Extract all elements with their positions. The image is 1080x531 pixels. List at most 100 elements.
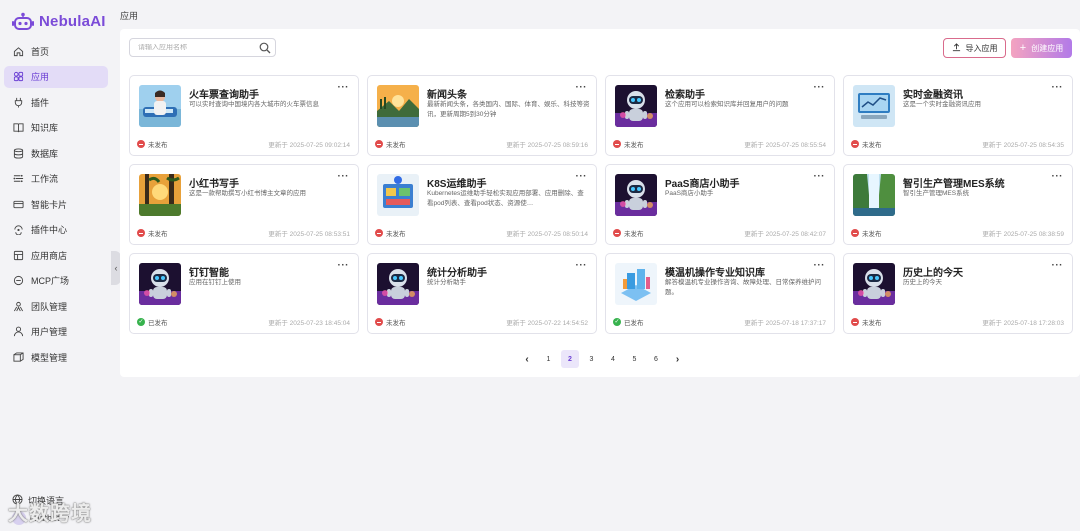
model-icon: [12, 351, 24, 363]
app-card[interactable]: 统计分析助手 统计分析助手 ··· 未发布 更新于 2025-07-22 14:…: [367, 253, 597, 334]
app-card[interactable]: 智引生产管理MES系统 智引生产管理MES系统 ··· 未发布 更新于 2025…: [843, 164, 1073, 245]
sidebar-item-app-store[interactable]: 应用商店: [4, 244, 108, 266]
more-options-icon[interactable]: ···: [576, 82, 588, 93]
more-options-icon[interactable]: ···: [338, 171, 350, 182]
app-description: 智引生产管理MES系统: [903, 190, 970, 197]
more-options-icon[interactable]: ···: [338, 260, 350, 271]
status-label: 未发布: [624, 231, 644, 238]
minus-circle-icon: [613, 140, 621, 148]
app-name: NebulaAI: [39, 12, 106, 30]
book-icon: [12, 122, 24, 134]
app-card[interactable]: 检索助手 这个应用可以检索知识库并回复用户的问题 ··· 未发布 更新于 202…: [605, 75, 835, 156]
plugin-center-icon: [12, 224, 24, 236]
app-card[interactable]: 小红书写手 这是一款帮助撰写小红书博主文章的应用 ··· 未发布 更新于 202…: [129, 164, 359, 245]
app-card[interactable]: 钉钉智能 应用在钉钉上使用 ··· ✓ 已发布 更新于 2025-07-23 1…: [129, 253, 359, 334]
sidebar-item-workflow[interactable]: 工作流: [4, 168, 108, 190]
chevron-left-icon: ‹: [114, 263, 118, 273]
create-app-button[interactable]: + 创建应用: [1011, 38, 1072, 58]
app-card[interactable]: 实时金融资讯 这是一个实时金融资讯应用 ··· 未发布 更新于 2025-07-…: [843, 75, 1073, 156]
status-label: 未发布: [862, 142, 882, 149]
next-page-button[interactable]: ›: [669, 350, 687, 368]
sidebar-item-team[interactable]: 团队管理: [4, 295, 108, 317]
app-thumbnail: [139, 85, 181, 127]
card-icon: [12, 198, 24, 210]
search-icon[interactable]: [259, 42, 271, 54]
sidebar-item-knowledge[interactable]: 知识库: [4, 117, 108, 139]
watermark-text: 大数跨境: [8, 503, 92, 525]
sidebar: NebulaAI 首页 应用 插件 知识库 数据库 工作流 智能卡片 插件中心 …: [0, 0, 113, 531]
page-button[interactable]: 3: [583, 350, 601, 368]
status-badge: 未发布: [613, 139, 644, 149]
page-button[interactable]: 6: [647, 350, 665, 368]
app-description: 可以实时查询中国境内各大城市的火车票信息: [189, 101, 319, 108]
status-badge: ✓ 已发布: [137, 317, 168, 327]
page-button-current[interactable]: 2: [561, 350, 579, 368]
status-label: 未发布: [148, 231, 168, 238]
import-app-button[interactable]: 导入应用: [943, 38, 1006, 58]
sidebar-item-plugins[interactable]: 插件: [4, 91, 108, 113]
app-card[interactable]: 模温机操作专业知识库 解答模温机专业操作咨询、故障处理、日常保养维护问题。 ··…: [605, 253, 835, 334]
minus-circle-icon: [375, 229, 383, 237]
more-options-icon[interactable]: ···: [814, 171, 826, 182]
search-input[interactable]: [138, 44, 253, 51]
more-options-icon[interactable]: ···: [576, 171, 588, 182]
more-options-icon[interactable]: ···: [338, 82, 350, 93]
status-badge: 未发布: [137, 139, 168, 149]
app-title: 新闻头条: [427, 90, 467, 101]
app-description: 历史上的今天: [903, 279, 942, 286]
app-description: 最新新闻头条，各类国内、国际、体育、娱乐、科技等资讯，更新周期5到30分钟: [427, 101, 590, 118]
status-badge: 未发布: [851, 228, 882, 238]
more-options-icon[interactable]: ···: [1052, 260, 1064, 271]
status-label: 未发布: [386, 231, 406, 238]
status-label: 未发布: [862, 320, 882, 327]
app-thumbnail: [615, 85, 657, 127]
page-button[interactable]: 4: [604, 350, 622, 368]
app-description: 这是一个实时金融资讯应用: [903, 101, 981, 108]
prev-page-button[interactable]: ‹: [518, 350, 536, 368]
workflow-icon: [12, 173, 24, 185]
sidebar-item-smart-card[interactable]: 智能卡片: [4, 193, 108, 215]
updated-time: 更新于 2025-07-18 17:28:03: [982, 320, 1064, 327]
sidebar-item-apps[interactable]: 应用: [4, 65, 108, 88]
sidebar-item-label: 模型管理: [31, 352, 68, 363]
app-logo[interactable]: NebulaAI: [12, 11, 106, 31]
page-button[interactable]: 1: [540, 350, 558, 368]
app-description: 统计分析助手: [427, 279, 466, 286]
status-label: 已发布: [624, 320, 644, 327]
app-thumbnail: [615, 263, 657, 305]
sidebar-item-mcp-plaza[interactable]: MCP广场: [4, 270, 108, 292]
page-button[interactable]: 5: [626, 350, 644, 368]
upload-icon: [952, 42, 961, 54]
status-label: 已发布: [148, 320, 168, 327]
status-label: 未发布: [624, 142, 644, 149]
sidebar-item-home[interactable]: 首页: [4, 40, 108, 62]
app-card[interactable]: PaaS商店小助手 PaaS商店小助手 ··· 未发布 更新于 2025-07-…: [605, 164, 835, 245]
home-icon: [12, 45, 24, 57]
app-title: PaaS商店小助手: [665, 179, 740, 190]
more-options-icon[interactable]: ···: [814, 260, 826, 271]
import-app-label: 导入应用: [965, 43, 998, 53]
search-box[interactable]: [129, 38, 276, 57]
sidebar-item-users[interactable]: 用户管理: [4, 321, 108, 343]
more-options-icon[interactable]: ···: [814, 82, 826, 93]
more-options-icon[interactable]: ···: [1052, 82, 1064, 93]
more-options-icon[interactable]: ···: [1052, 171, 1064, 182]
sidebar-item-database[interactable]: 数据库: [4, 142, 108, 164]
app-card[interactable]: 历史上的今天 历史上的今天 ··· 未发布 更新于 2025-07-18 17:…: [843, 253, 1073, 334]
updated-time: 更新于 2025-07-25 08:50:14: [506, 231, 588, 238]
app-card[interactable]: 火车票查询助手 可以实时查询中国境内各大城市的火车票信息 ··· 未发布 更新于…: [129, 75, 359, 156]
sidebar-item-label: 首页: [31, 46, 50, 57]
sidebar-item-models[interactable]: 模型管理: [4, 346, 108, 368]
sidebar-item-label: 知识库: [31, 123, 59, 133]
app-card[interactable]: K8S运维助手 Kubernetes运维助手轻松实现应用部署、应用删除、查看po…: [367, 164, 597, 245]
app-title: 实时金融资讯: [903, 90, 963, 101]
more-options-icon[interactable]: ···: [576, 260, 588, 271]
plug-icon: [12, 96, 24, 108]
sidebar-item-label: MCP广场: [31, 276, 69, 286]
app-thumbnail: [853, 85, 895, 127]
app-title: 统计分析助手: [427, 268, 487, 279]
app-description: Kubernetes运维助手轻松实现应用部署、应用删除、查看pod列表、查看po…: [427, 190, 584, 207]
sidebar-item-plugin-center[interactable]: 插件中心: [4, 219, 108, 241]
app-card[interactable]: 新闻头条 最新新闻头条，各类国内、国际、体育、娱乐、科技等资讯，更新周期5到30…: [367, 75, 597, 156]
status-badge: 未发布: [375, 228, 406, 238]
